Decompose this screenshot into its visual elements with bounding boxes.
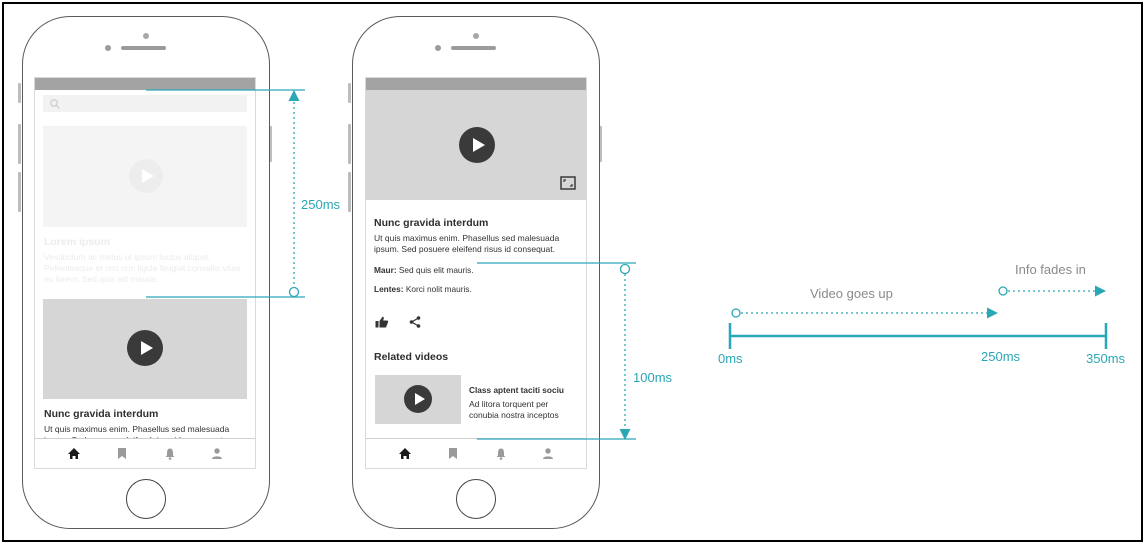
arrowhead-up [288, 90, 300, 101]
duration-label-100ms: 100ms [633, 370, 673, 385]
annotation-start-dot [619, 263, 631, 275]
timeline-tick-label-250ms: 250ms [981, 349, 1021, 364]
timeline-label-info-fades-in: Info fades in [1015, 262, 1086, 277]
annotation-start-dot [288, 286, 300, 298]
duration-label-250ms: 250ms [301, 197, 341, 212]
annotation-layer [146, 89, 1108, 440]
timeline-tick-label-0ms: 0ms [718, 351, 743, 366]
timeline-video-start-dot [731, 308, 741, 318]
timeline-info-start-dot [998, 286, 1008, 296]
arrowhead-right [1095, 285, 1106, 297]
timeline-label-video-goes-up: Video goes up [810, 286, 893, 301]
timeline-tick-label-350ms: 350ms [1086, 351, 1126, 366]
arrowhead-right [987, 307, 998, 319]
